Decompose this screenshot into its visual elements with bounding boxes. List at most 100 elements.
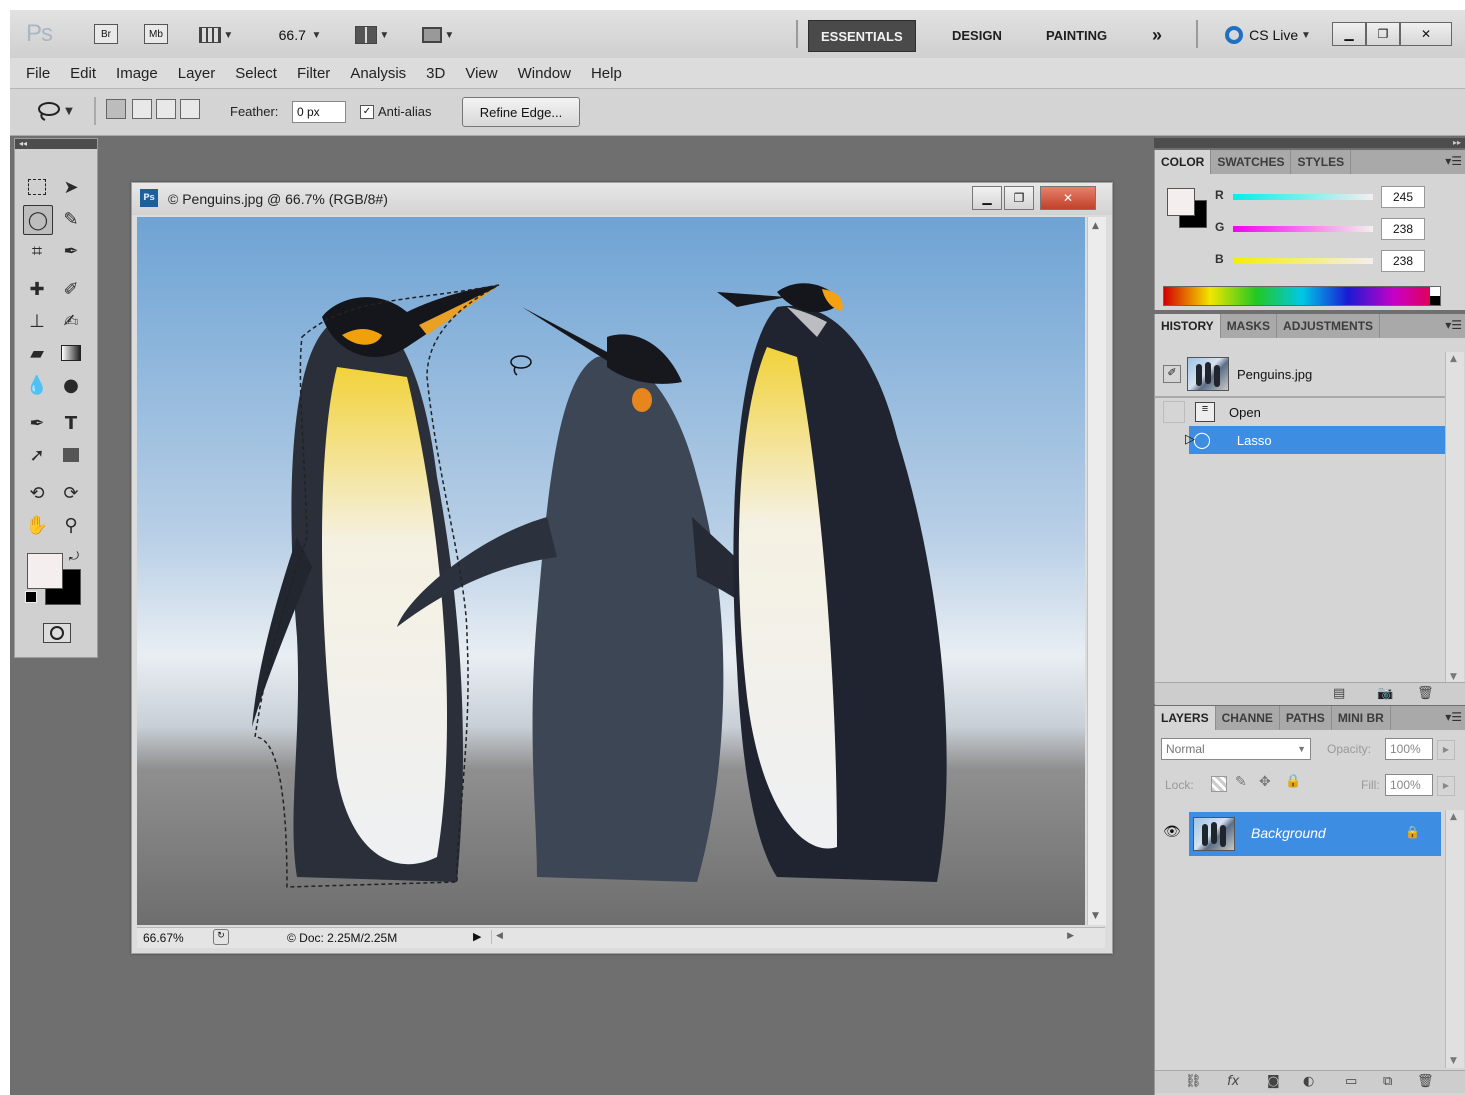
tab-adjustments[interactable]: ADJUSTMENTS bbox=[1277, 314, 1381, 338]
path-selection-tool[interactable]: ➚ bbox=[23, 441, 51, 469]
lock-pixels-icon[interactable]: ✎ bbox=[1235, 774, 1247, 790]
pen-tool[interactable]: ✒ bbox=[23, 409, 51, 437]
menu-view[interactable]: View bbox=[455, 65, 507, 82]
new-group-icon[interactable]: ▭ bbox=[1345, 1074, 1357, 1089]
marquee-tool[interactable] bbox=[23, 173, 51, 201]
quick-mask-button[interactable] bbox=[43, 623, 71, 643]
trash-icon[interactable]: 🗑 bbox=[1417, 1074, 1434, 1089]
panel-menu-icon[interactable]: ▾☰ bbox=[1445, 710, 1462, 724]
menu-image[interactable]: Image bbox=[106, 65, 168, 82]
red-value-input[interactable]: 245 bbox=[1381, 186, 1425, 208]
red-slider[interactable] bbox=[1233, 194, 1373, 200]
add-to-selection-button[interactable] bbox=[132, 99, 152, 119]
panel-menu-icon[interactable]: ▾☰ bbox=[1445, 154, 1462, 168]
link-layers-icon[interactable]: ⛓ bbox=[1185, 1074, 1202, 1089]
vertical-scrollbar[interactable]: ▲ ▼ bbox=[1087, 217, 1106, 925]
blue-value-input[interactable]: 238 bbox=[1381, 250, 1425, 272]
tab-swatches[interactable]: SWATCHES bbox=[1211, 150, 1292, 174]
create-snapshot-icon[interactable]: 📷 bbox=[1377, 686, 1393, 701]
lock-transparent-icon[interactable] bbox=[1211, 776, 1227, 792]
screen-mode-button[interactable]: ▼ bbox=[414, 24, 462, 46]
refine-edge-button[interactable]: Refine Edge... bbox=[462, 97, 580, 127]
menu-layer[interactable]: Layer bbox=[168, 65, 226, 82]
color-fg-swatch[interactable] bbox=[1167, 188, 1195, 216]
tab-color[interactable]: COLOR bbox=[1155, 150, 1212, 174]
menu-edit[interactable]: Edit bbox=[60, 65, 106, 82]
eyedropper-tool[interactable]: ✒ bbox=[57, 237, 85, 265]
history-state-lasso[interactable]: ◯ Lasso bbox=[1189, 426, 1445, 454]
history-snapshot[interactable]: ✐ Penguins.jpg bbox=[1155, 354, 1445, 394]
zoom-level-dropdown[interactable]: 66.7 ▼ bbox=[270, 24, 330, 46]
more-workspaces-button[interactable]: » bbox=[1140, 20, 1174, 50]
horizontal-scrollbar[interactable]: ◀ ▶ bbox=[491, 930, 1082, 944]
new-layer-icon[interactable]: ⧉ bbox=[1383, 1074, 1392, 1089]
close-button[interactable]: ✕ bbox=[1400, 22, 1452, 46]
workspace-essentials[interactable]: ESSENTIALS bbox=[808, 20, 916, 52]
default-colors-icon[interactable] bbox=[25, 591, 37, 603]
scroll-left-icon[interactable]: ◀ bbox=[496, 930, 503, 941]
add-mask-icon[interactable]: ◙ bbox=[1267, 1074, 1280, 1089]
menu-analysis[interactable]: Analysis bbox=[340, 65, 416, 82]
zoom-tool[interactable]: ⚲ bbox=[57, 511, 85, 539]
doc-maximize-button[interactable]: ❐ bbox=[1004, 186, 1034, 210]
crop-tool[interactable]: ⌗ bbox=[23, 237, 51, 265]
scroll-up-icon[interactable]: ▲ bbox=[1450, 812, 1457, 822]
history-state-open[interactable]: ≡ Open bbox=[1155, 398, 1445, 426]
new-selection-button[interactable] bbox=[106, 99, 126, 119]
doc-close-button[interactable]: ✕ bbox=[1040, 186, 1096, 210]
view-extras-button[interactable]: ▼ bbox=[192, 24, 240, 46]
doc-minimize-button[interactable]: ▁ bbox=[972, 186, 1002, 210]
opacity-arrow-icon[interactable]: ▶ bbox=[1437, 740, 1455, 760]
type-tool[interactable]: T bbox=[57, 409, 85, 437]
tab-styles[interactable]: STYLES bbox=[1291, 150, 1352, 174]
color-spectrum-ramp[interactable] bbox=[1163, 286, 1441, 306]
lock-all-icon[interactable]: 🔒 bbox=[1285, 774, 1301, 789]
panel-dock-collapse[interactable]: ▸▸ bbox=[1154, 138, 1465, 148]
menu-select[interactable]: Select bbox=[225, 65, 287, 82]
eraser-tool[interactable]: ▰ bbox=[23, 339, 51, 367]
eye-icon[interactable]: 👁 bbox=[1163, 824, 1181, 840]
fill-arrow-icon[interactable]: ▶ bbox=[1437, 776, 1455, 796]
cs-live-button[interactable]: CS Live ▼ bbox=[1212, 24, 1324, 46]
panel-menu-icon[interactable]: ▾☰ bbox=[1445, 318, 1462, 332]
minimize-button[interactable]: ▁ bbox=[1332, 22, 1366, 46]
blend-mode-select[interactable]: Normal ▼ bbox=[1161, 738, 1311, 760]
scroll-down-icon[interactable]: ▼ bbox=[1450, 672, 1457, 682]
clone-stamp-tool[interactable]: ⊥ bbox=[23, 307, 51, 335]
state-checkbox[interactable] bbox=[1163, 401, 1185, 423]
rectangle-tool[interactable] bbox=[57, 441, 85, 469]
opacity-input[interactable]: 100% bbox=[1385, 738, 1433, 760]
tool-preset-picker[interactable]: ▼ bbox=[36, 99, 84, 123]
lasso-tool[interactable]: ◯ bbox=[23, 205, 53, 235]
workspace-painting[interactable]: PAINTING bbox=[1034, 20, 1119, 50]
adjustment-layer-icon[interactable]: ◐ bbox=[1303, 1074, 1314, 1089]
document-title-bar[interactable]: Ps © Penguins.jpg @ 66.7% (RGB/8#) ▁ ❐ ✕ bbox=[132, 183, 1112, 215]
scroll-down-icon[interactable]: ▼ bbox=[1092, 911, 1099, 921]
move-tool[interactable]: ➤ bbox=[57, 173, 85, 201]
fill-input[interactable]: 100% bbox=[1385, 774, 1433, 796]
menu-file[interactable]: File bbox=[16, 65, 60, 82]
quick-selection-tool[interactable]: ✎ bbox=[57, 205, 85, 233]
arrange-documents-button[interactable]: ▼ bbox=[348, 24, 396, 46]
blur-tool[interactable]: 💧 bbox=[23, 371, 51, 399]
tab-history[interactable]: HISTORY bbox=[1155, 314, 1221, 338]
layers-scrollbar[interactable]: ▲ ▼ bbox=[1445, 810, 1464, 1068]
3d-rotate-tool[interactable]: ⟲ bbox=[23, 479, 51, 507]
hand-tool[interactable]: ✋ bbox=[23, 511, 51, 539]
tab-mini-bridge[interactable]: MINI BR bbox=[1332, 706, 1391, 730]
foreground-color-swatch[interactable] bbox=[27, 553, 63, 589]
menu-3d[interactable]: 3D bbox=[416, 65, 455, 82]
image-canvas[interactable] bbox=[137, 217, 1085, 925]
3d-orbit-tool[interactable]: ⟳ bbox=[57, 479, 85, 507]
layer-row-background[interactable]: 👁 Background 🔒 bbox=[1155, 812, 1445, 856]
healing-brush-tool[interactable]: ✚ bbox=[23, 275, 51, 303]
new-document-from-state-icon[interactable]: ▤ bbox=[1333, 686, 1345, 701]
tab-paths[interactable]: PATHS bbox=[1280, 706, 1332, 730]
menu-help[interactable]: Help bbox=[581, 65, 632, 82]
subtract-from-selection-button[interactable] bbox=[156, 99, 176, 119]
maximize-button[interactable]: ❐ bbox=[1366, 22, 1400, 46]
mini-bridge-button[interactable]: Mb bbox=[144, 24, 168, 44]
history-scrollbar[interactable]: ▲ ▼ bbox=[1445, 352, 1464, 684]
fx-icon[interactable]: fx bbox=[1227, 1074, 1239, 1089]
tab-layers[interactable]: LAYERS bbox=[1155, 706, 1216, 730]
